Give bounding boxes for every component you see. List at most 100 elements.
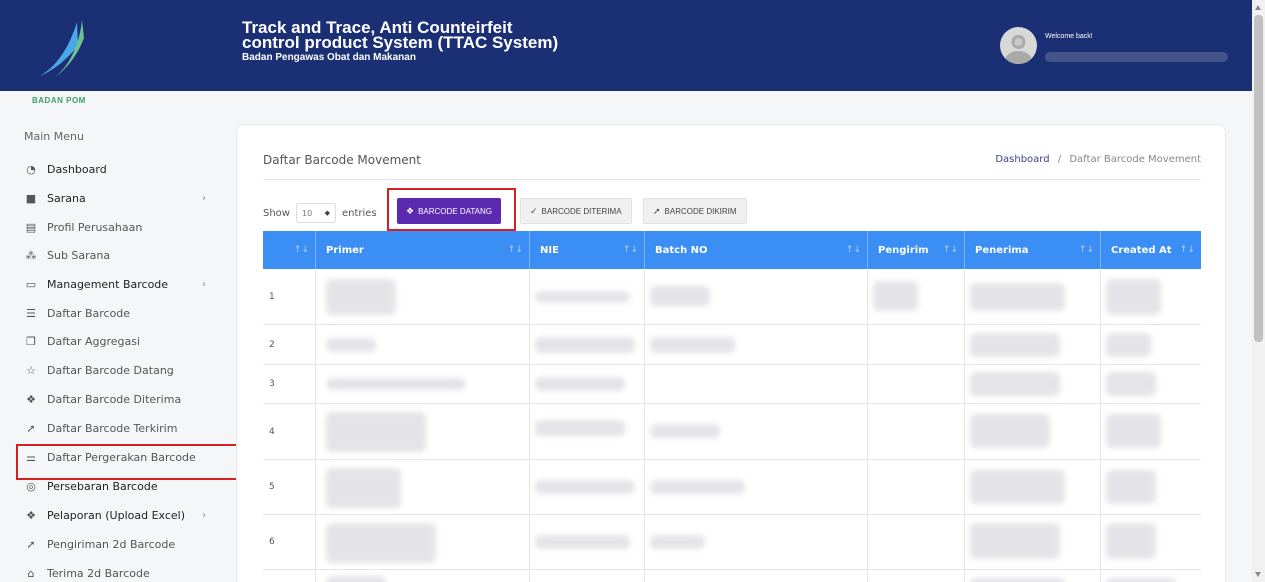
cell-nie-redacted [530, 460, 645, 514]
table-row[interactable]: 2 [263, 325, 1201, 365]
barcode-dikirim-button[interactable]: ➚ BARCODE DIKIRIM [643, 198, 747, 224]
sidebar-item-pengiriman-2d-barcode[interactable]: ➚ Pengiriman 2d Barcode [24, 534, 214, 554]
sidebar-item-daftar-barcode[interactable]: ☰ Daftar Barcode [24, 303, 214, 323]
sort-icon: ↑↓ [622, 245, 638, 255]
sidebar-item-daftar-barcode-terkirim[interactable]: ➚ Daftar Barcode Terkirim [24, 418, 214, 438]
avatar[interactable] [1000, 27, 1037, 64]
table-row[interactable]: 4 [263, 404, 1201, 460]
sidebar-item-label: Terima 2d Barcode [47, 566, 150, 580]
sort-icon: ↑↓ [507, 245, 523, 255]
sidebar-item-daftar-barcode-datang[interactable]: ☆ Daftar Barcode Datang [24, 360, 214, 380]
sidebar-item-label: Persebaran Barcode [47, 479, 158, 493]
scroll-thumb[interactable] [1254, 15, 1263, 342]
menu-title: Main Menu [24, 130, 84, 143]
calendar-icon: ▭ [25, 277, 37, 291]
barcode-diterima-button[interactable]: ✓ BARCODE DITERIMA [520, 198, 632, 224]
check-icon: ✓ [530, 205, 538, 216]
logo-swoosh-icon [40, 20, 84, 78]
sidebar-item-management-barcode[interactable]: ▭ Management Barcode › [24, 274, 214, 294]
sidebar-item-terima-2d-barcode[interactable]: ⌂ Terima 2d Barcode [24, 563, 214, 582]
column-header-batch-no[interactable]: Batch NO ↑↓ [645, 231, 868, 269]
page-scrollbar[interactable] [1252, 0, 1265, 582]
entries-label: entries [341, 207, 377, 219]
cell-nie-redacted [530, 515, 645, 569]
column-header-created-at[interactable]: Created At ↑↓ [1101, 231, 1201, 269]
column-header-penerima[interactable]: Penerima ↑↓ [965, 231, 1101, 269]
cell-primer-redacted [316, 460, 530, 514]
entries-select[interactable]: 10 ◆ [295, 203, 336, 223]
table-row[interactable]: 1 [263, 269, 1201, 325]
cell-created-redacted [1101, 404, 1201, 459]
app-title-block: Track and Trace, Anti Counteirfeit contr… [242, 19, 559, 63]
column-header-nie[interactable]: NIE ↑↓ [530, 231, 645, 269]
cell-pengirim-empty [868, 325, 965, 364]
cell-primer-redacted [316, 365, 530, 403]
sidebar-item-dashboard[interactable]: ◔ Dashboard [24, 159, 214, 179]
table-row[interactable]: 3 [263, 365, 1201, 404]
sidebar-item-pelaporan[interactable]: ❖ Pelaporan (Upload Excel) › [24, 505, 214, 525]
app-title-line2: control product System (TTAC System) [242, 33, 559, 52]
badan-pom-logo[interactable]: BADAN POM [32, 18, 102, 105]
sort-icon: ↑↓ [942, 245, 958, 255]
cell-primer-redacted [316, 570, 530, 582]
scroll-down-icon[interactable] [1255, 572, 1261, 577]
cell-created-redacted [1101, 325, 1201, 364]
cell-nie-redacted [530, 269, 645, 324]
scroll-up-icon[interactable] [1255, 5, 1261, 10]
sort-icon: ↑↓ [1078, 245, 1094, 255]
sidebar-item-sarana[interactable]: ■ Sarana › [24, 188, 214, 208]
user-name-redacted [1045, 52, 1228, 62]
cell-pengirim-empty [868, 515, 965, 569]
cell-primer-redacted [316, 325, 530, 364]
cell-nie-redacted [530, 404, 645, 459]
cell-penerima-redacted [965, 515, 1101, 569]
cell-penerima-redacted [965, 460, 1101, 514]
table-row[interactable] [263, 570, 1201, 582]
breadcrumb: Dashboard / Daftar Barcode Movement [995, 154, 1201, 165]
app-subtitle: Badan Pengawas Obat dan Makanan [242, 52, 416, 63]
send-icon: ➚ [653, 205, 661, 216]
cell-pengirim-empty [868, 570, 965, 582]
list-icon: ☰ [26, 306, 36, 320]
column-header-primer[interactable]: Primer ↑↓ [316, 231, 530, 269]
user-icon [1005, 35, 1032, 64]
cell-penerima-redacted [965, 365, 1101, 403]
chevron-right-icon: › [202, 278, 206, 290]
select-arrows-icon: ◆ [324, 209, 330, 217]
entries-control: Show 10 ◆ entries [263, 203, 377, 223]
card-divider [263, 179, 1201, 180]
button-highlight-box [387, 188, 516, 231]
gift-icon: ❖ [26, 508, 36, 522]
tag-icon: ⌂ [27, 566, 35, 580]
sidebar-item-label: Sub Sarana [47, 248, 111, 262]
cell-batch-empty [645, 365, 868, 403]
table-row[interactable]: 6 [263, 515, 1201, 570]
sidebar-item-label: Dashboard [47, 162, 107, 176]
sidebar-item-daftar-barcode-diterima[interactable]: ❖ Daftar Barcode Diterima [24, 389, 214, 409]
breadcrumb-separator: / [1057, 154, 1062, 165]
table-row[interactable]: 5 [263, 460, 1201, 515]
sidebar-item-sub-sarana[interactable]: ⁂ Sub Sarana [24, 245, 214, 265]
sidebar-item-daftar-aggregasi[interactable]: ❐ Daftar Aggregasi [24, 331, 214, 351]
sidebar-item-profil-perusahaan[interactable]: ▤ Profil Perusahaan [24, 217, 214, 237]
row-index: 5 [263, 460, 316, 514]
cell-pengirim-empty [868, 404, 965, 459]
row-index-empty [263, 570, 316, 582]
row-index: 2 [263, 325, 316, 364]
sort-icon: ↑↓ [1179, 245, 1195, 255]
sidebar-item-label: Daftar Barcode [47, 306, 131, 320]
column-header-index[interactable]: ↑↓ [263, 231, 316, 269]
row-index: 6 [263, 515, 316, 569]
stack-icon: ❐ [26, 334, 36, 348]
column-header-pengirim[interactable]: Pengirim ↑↓ [868, 231, 965, 269]
sidebar-item-label: Pelaporan (Upload Excel) [47, 508, 186, 522]
cell-penerima-redacted [965, 570, 1101, 582]
cell-batch-redacted [645, 325, 868, 364]
barcode-diterima-label: BARCODE DITERIMA [541, 206, 622, 216]
breadcrumb-dashboard-link[interactable]: Dashboard [995, 154, 1049, 165]
sidebar-item-label: Daftar Barcode Diterima [47, 392, 182, 406]
cell-nie-redacted [530, 325, 645, 364]
cell-created-redacted [1101, 365, 1201, 403]
barcode-movement-table: ↑↓ Primer ↑↓ NIE ↑↓ Batch NO ↑↓ Pengirim ↑↓ … [263, 231, 1201, 582]
gift-icon: ❖ [26, 392, 36, 406]
